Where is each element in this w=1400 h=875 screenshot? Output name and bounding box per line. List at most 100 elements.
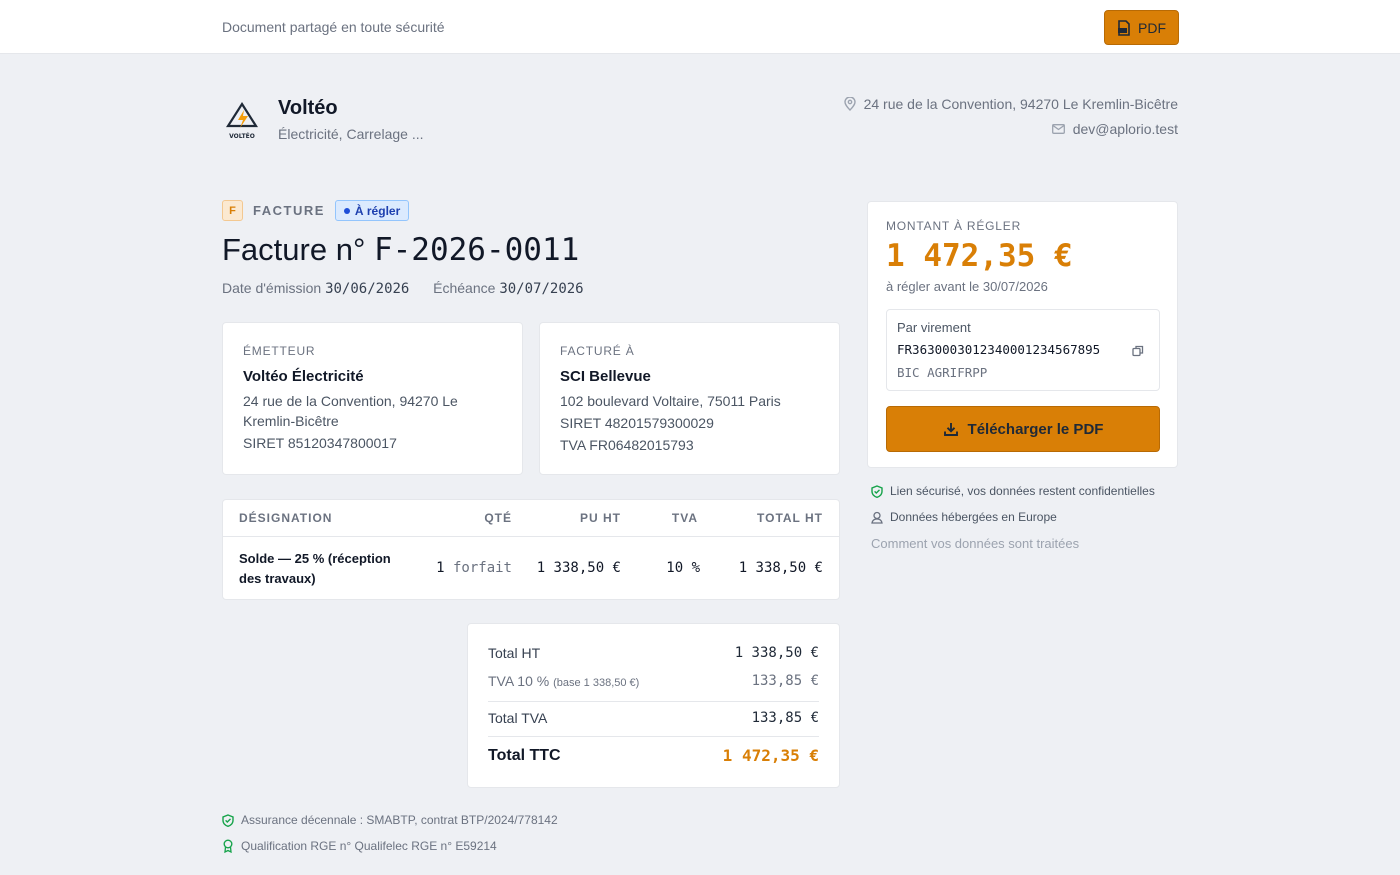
table-row: Solde — 25 % (réception des travaux) 1 f…	[223, 537, 839, 600]
payment-card: MONTANT À RÉGLER 1 472,35 € à régler ava…	[867, 201, 1178, 468]
total-ht-row: Total HT 1 338,50 €	[488, 645, 819, 661]
status-badge: À régler	[334, 200, 410, 221]
amount-due-label: MONTANT À RÉGLER	[886, 219, 1022, 233]
issuer-siret: SIRET 85120347800017	[243, 435, 397, 451]
company-address-text: 24 rue de la Convention, 94270 Le Kremli…	[863, 96, 1178, 112]
document-tag: F FACTURE À régler	[222, 200, 410, 221]
total-ht-label: Total HT	[488, 645, 541, 661]
secure-link-note: Lien sécurisé, vos données restent confi…	[871, 484, 1155, 498]
total-ht-value: 1 338,50 €	[734, 645, 819, 661]
billed-to-name: SCI Bellevue	[560, 368, 651, 385]
totals-divider	[488, 701, 819, 702]
billed-to-card: FACTURÉ À SCI Bellevue 102 boulevard Vol…	[539, 322, 840, 475]
document-type: FACTURE	[253, 203, 325, 218]
line-items-table: DÉSIGNATION QTÉ PU HT TVA TOTAL HT Solde…	[222, 499, 840, 600]
payment-method: Par virement	[897, 320, 971, 335]
pdf-button-label: PDF	[1138, 19, 1166, 36]
vat-base-text: (base 1 338,50 €)	[553, 677, 640, 689]
shield-check-icon	[222, 813, 234, 827]
item-total: 1 338,50 €	[738, 560, 823, 576]
issuer-address-line2: Kremlin-Bicêtre	[243, 413, 339, 429]
company-address: 24 rue de la Convention, 94270 Le Kremli…	[843, 96, 1178, 112]
bic: BIC AGRIFRPP	[897, 365, 988, 380]
total-vat-value: 133,85 €	[751, 710, 819, 726]
shield-check-icon	[871, 484, 883, 498]
billed-to-siret: SIRET 48201579300029	[560, 415, 714, 431]
download-pdf-label: Télécharger le PDF	[967, 420, 1104, 438]
issuer-name: Voltéo Électricité	[243, 368, 364, 385]
table-header: DÉSIGNATION QTÉ PU HT TVA TOTAL HT	[223, 500, 839, 537]
download-icon	[943, 423, 958, 436]
item-vat: 10 %	[666, 560, 700, 576]
secure-link-text: Lien sécurisé, vos données restent confi…	[890, 484, 1155, 498]
item-designation-line1: Solde — 25 % (réception	[239, 551, 391, 566]
header-vat: TVA	[671, 511, 698, 525]
insurance-note: Assurance décennale : SMABTP, contrat BT…	[222, 813, 558, 827]
invoice-number: F-2026-0011	[373, 232, 580, 268]
header-qty: QTÉ	[484, 511, 512, 525]
qualification-note: Qualification RGE n° Qualifelec RGE n° E…	[222, 839, 497, 853]
totals-divider	[488, 736, 819, 737]
iban[interactable]: FR3630003012340001234567895	[897, 342, 1100, 357]
amount-due: 1 472,35 €	[886, 238, 1073, 274]
data-privacy-link[interactable]: Comment vos données sont traitées	[871, 536, 1079, 551]
due-date-label: Échéance	[433, 280, 496, 296]
pdf-button[interactable]: PDF	[1104, 10, 1179, 45]
issue-date: 30/06/2026	[325, 281, 410, 297]
qualification-text: Qualification RGE n° Qualifelec RGE n° E…	[241, 839, 497, 853]
logo-wordmark: VOLTÉO	[229, 132, 255, 140]
download-pdf-button[interactable]: Télécharger le PDF	[886, 406, 1160, 452]
document-type-badge: F	[222, 200, 243, 221]
billed-to-vat: TVA FR06482015793	[560, 437, 694, 453]
company-tagline: Électricité, Carrelage ...	[278, 126, 424, 142]
item-unit-price: 1 338,50 €	[536, 560, 621, 576]
billed-to-label: FACTURÉ À	[560, 344, 635, 358]
header-unit-price: PU HT	[580, 511, 621, 525]
item-designation: Solde — 25 % (réception des travaux)	[239, 549, 391, 589]
company-name: Voltéo	[278, 97, 338, 119]
award-icon	[223, 839, 233, 853]
payment-deadline: à régler avant le 30/07/2026	[886, 279, 1048, 294]
vat-rate-value: 133,85 €	[751, 673, 819, 689]
document-dates: Date d'émission 30/06/2026 Échéance 30/0…	[222, 280, 584, 297]
item-designation-line2: des travaux)	[239, 571, 316, 586]
hosting-text: Données hébergées en Europe	[890, 510, 1057, 524]
item-qty-value: 1	[436, 560, 445, 576]
billed-to-address: 102 boulevard Voltaire, 75011 Paris	[560, 393, 781, 409]
location-pin-icon	[843, 97, 856, 111]
total-vat-label: Total TVA	[488, 710, 548, 726]
header-designation: DÉSIGNATION	[239, 511, 333, 525]
issuer-card: ÉMETTEUR Voltéo Électricité 24 rue de la…	[222, 322, 523, 475]
item-qty: 1 forfait	[436, 560, 512, 576]
secure-share-text: Document partagé en toute sécurité	[222, 19, 445, 35]
mail-icon	[1051, 124, 1065, 134]
total-ttc-row: Total TTC 1 472,35 €	[488, 746, 819, 765]
user-location-icon	[871, 511, 883, 524]
company-email: dev@aplorio.test	[1051, 121, 1178, 137]
copy-icon[interactable]	[1132, 345, 1144, 357]
top-bar: Document partagé en toute sécurité PDF	[0, 0, 1400, 54]
page-title: Facture n° F-2026-0011	[222, 232, 579, 268]
issuer-address-line1: 24 rue de la Convention, 94270 Le	[243, 393, 458, 409]
vat-rate-label: TVA 10 % (base 1 338,50 €)	[488, 673, 639, 689]
vat-rate-row: TVA 10 % (base 1 338,50 €) 133,85 €	[488, 673, 819, 689]
title-prefix: Facture n°	[222, 232, 366, 267]
total-ttc-value: 1 472,35 €	[722, 746, 819, 765]
totals-card: Total HT 1 338,50 € TVA 10 % (base 1 338…	[467, 623, 840, 788]
total-ttc-label: Total TTC	[488, 746, 561, 764]
company-logo: VOLTÉO	[222, 100, 262, 142]
company-email-text[interactable]: dev@aplorio.test	[1073, 121, 1178, 137]
pdf-file-icon	[1118, 19, 1130, 36]
total-vat-row: Total TVA 133,85 €	[488, 710, 819, 726]
issuer-label: ÉMETTEUR	[243, 344, 316, 358]
insurance-text: Assurance décennale : SMABTP, contrat BT…	[241, 813, 558, 827]
item-qty-unit: forfait	[452, 560, 512, 576]
vat-rate-text: TVA 10 %	[488, 673, 550, 689]
due-date: 30/07/2026	[499, 281, 584, 297]
header-total: TOTAL HT	[757, 511, 823, 525]
status-badge-label: À régler	[354, 203, 401, 218]
status-dot-icon	[343, 207, 350, 214]
hosting-note: Données hébergées en Europe	[871, 510, 1057, 524]
bank-transfer-box: Par virement FR3630003012340001234567895…	[886, 309, 1160, 391]
issue-date-label: Date d'émission	[222, 280, 322, 296]
